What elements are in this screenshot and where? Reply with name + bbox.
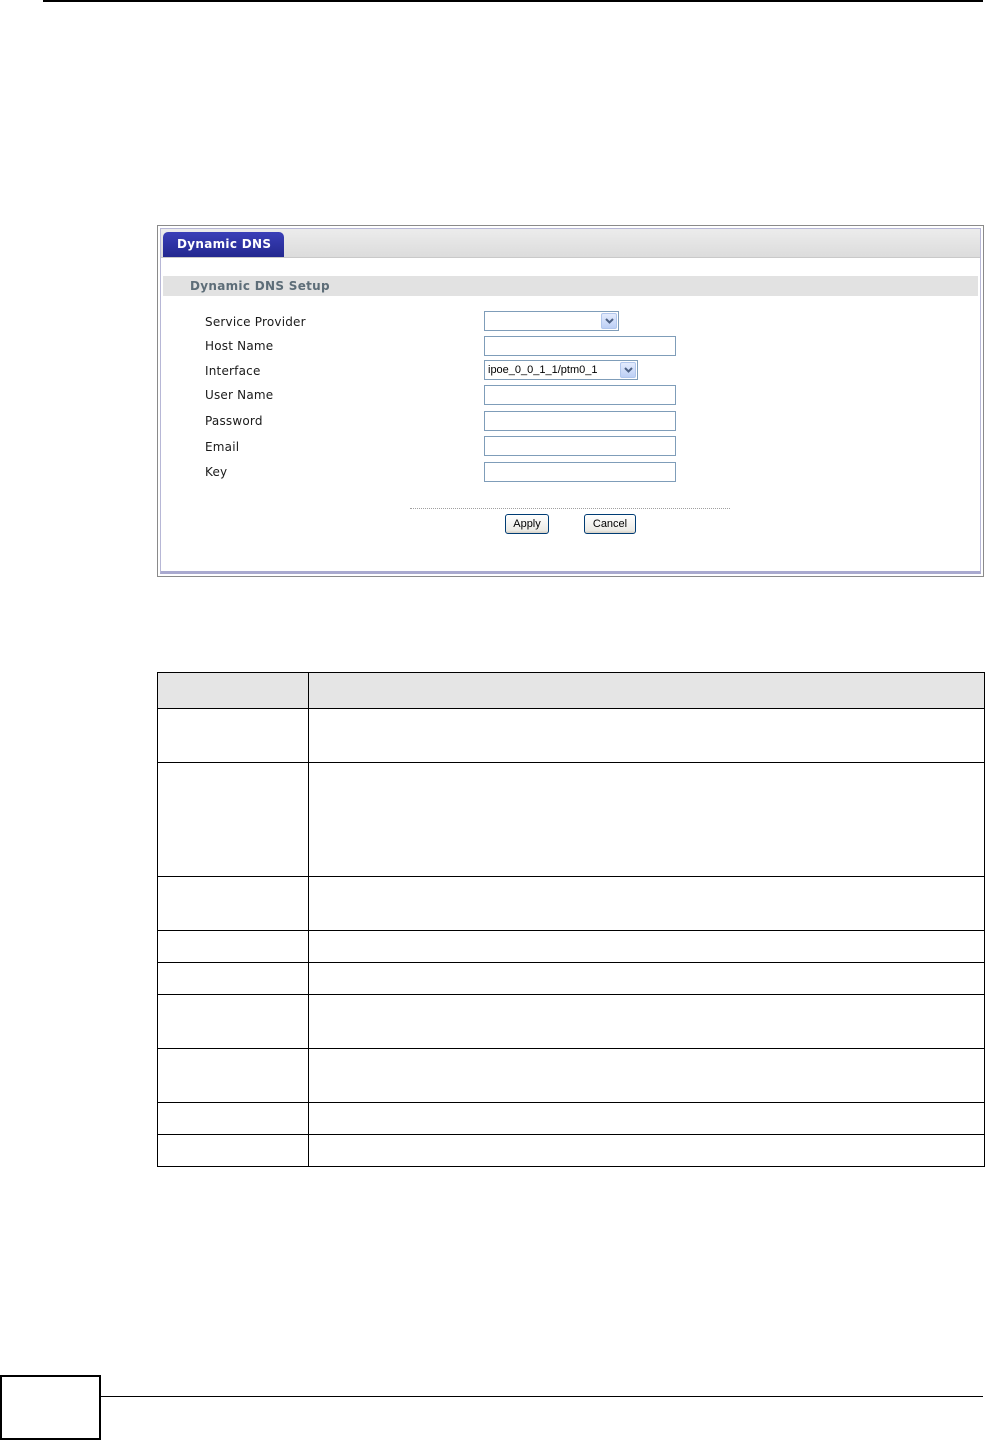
user-name-input[interactable]	[484, 385, 676, 405]
table-cell-description	[308, 762, 985, 877]
table-row	[157, 876, 985, 931]
table-cell-description	[308, 1048, 985, 1103]
field-description-table	[157, 672, 985, 1167]
service-provider-label: Service Provider	[205, 315, 306, 329]
dynamic-dns-panel: Dynamic DNS Dynamic DNS Setup Service Pr…	[160, 228, 981, 574]
section-header: Dynamic DNS Setup	[163, 276, 978, 296]
table-row	[157, 930, 985, 963]
table-row	[157, 1134, 985, 1167]
table-cell-label	[157, 762, 309, 877]
table-header-description	[308, 672, 985, 709]
footer-rule	[101, 1396, 983, 1397]
table-cell-label	[157, 876, 309, 931]
table-cell-description	[308, 994, 985, 1049]
table-cell-description	[308, 708, 985, 763]
table-cell-description	[308, 962, 985, 995]
table-header-row	[157, 672, 985, 709]
interface-select[interactable]: ipoe_0_0_1_1/ptm0_1	[484, 360, 638, 380]
table-cell-label	[157, 930, 309, 963]
email-input[interactable]	[484, 436, 676, 456]
user-name-label: User Name	[205, 388, 274, 402]
chevron-down-icon[interactable]	[620, 362, 636, 378]
table-header-label	[157, 672, 309, 709]
section-title: Dynamic DNS Setup	[190, 279, 330, 293]
page-number-box	[0, 1375, 101, 1440]
password-label: Password	[205, 414, 263, 428]
tab-strip: Dynamic DNS	[161, 229, 980, 258]
key-label: Key	[205, 465, 228, 479]
table-cell-label	[157, 1102, 309, 1135]
table-cell-label	[157, 1134, 309, 1167]
table-cell-description	[308, 876, 985, 931]
email-label: Email	[205, 440, 240, 454]
host-name-label: Host Name	[205, 339, 274, 353]
table-cell-label	[157, 962, 309, 995]
table-row	[157, 1048, 985, 1103]
service-provider-select[interactable]	[484, 311, 619, 331]
chevron-down-icon[interactable]	[601, 313, 617, 329]
table-row	[157, 994, 985, 1049]
dynamic-dns-screenshot: Dynamic DNS Dynamic DNS Setup Service Pr…	[157, 225, 984, 577]
table-row	[157, 962, 985, 995]
password-input[interactable]	[484, 411, 676, 431]
host-name-input[interactable]	[484, 336, 676, 356]
interface-value: ipoe_0_0_1_1/ptm0_1	[488, 364, 598, 376]
header-rule	[43, 0, 983, 2]
table-cell-label	[157, 1048, 309, 1103]
button-separator	[410, 508, 730, 509]
tab-dynamic-dns[interactable]: Dynamic DNS	[163, 232, 285, 257]
interface-label: Interface	[205, 364, 261, 378]
table-cell-label	[157, 994, 309, 1049]
table-cell-description	[308, 1102, 985, 1135]
table-cell-description	[308, 930, 985, 963]
cancel-button[interactable]: Cancel	[584, 514, 636, 534]
apply-button[interactable]: Apply	[505, 514, 549, 534]
table-row	[157, 708, 985, 763]
key-input[interactable]	[484, 462, 676, 482]
table-cell-label	[157, 708, 309, 763]
table-row	[157, 762, 985, 877]
table-row	[157, 1102, 985, 1135]
table-cell-description	[308, 1134, 985, 1167]
